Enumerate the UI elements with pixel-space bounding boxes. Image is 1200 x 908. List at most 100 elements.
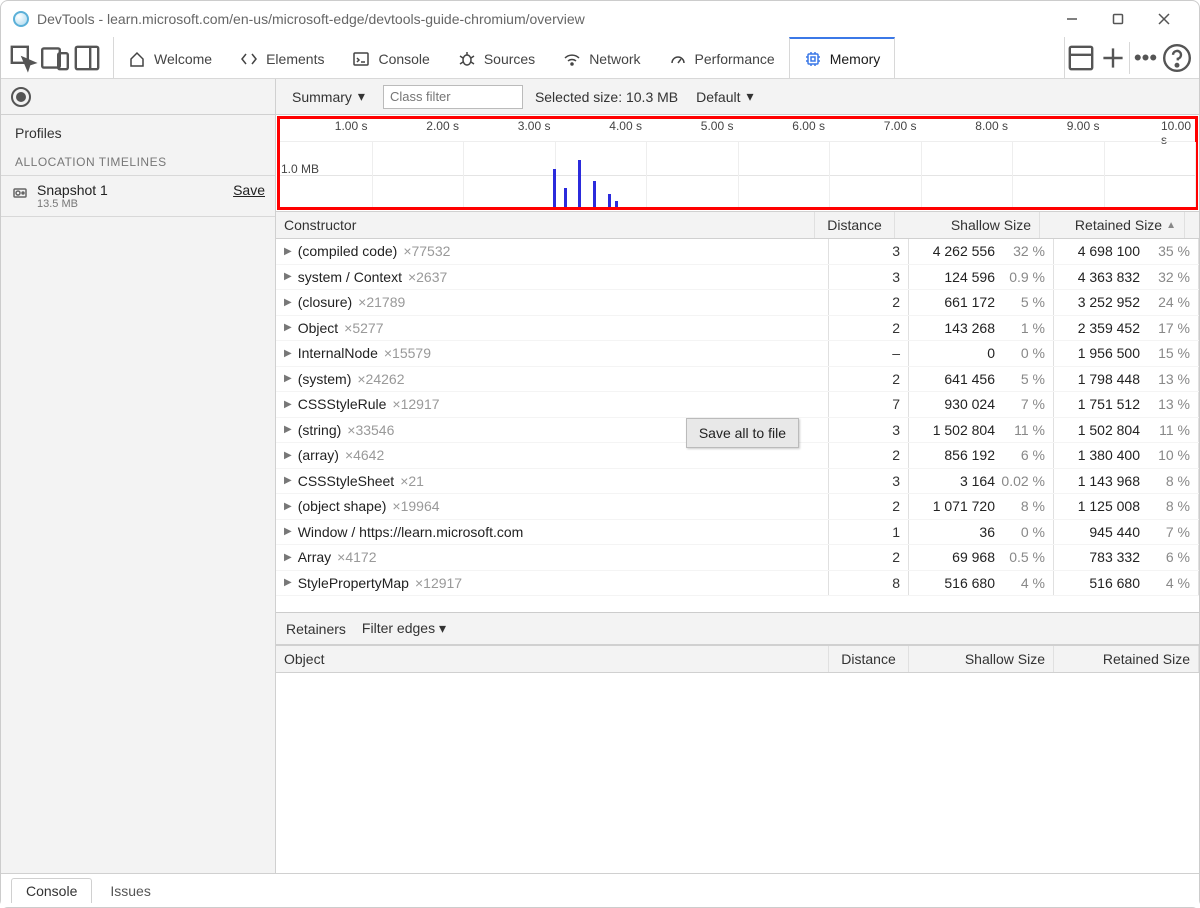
allocation-bar[interactable] [553,169,556,207]
timeline-tick: 3.00 s [518,119,555,133]
table-row[interactable]: ▶(compiled code) ×7753234 262 55632 %4 6… [276,239,1199,265]
class-filter-input[interactable] [383,85,523,109]
allocation-bar[interactable] [578,160,581,207]
shallow-pct: 32 % [999,243,1045,259]
tab-sources[interactable]: Sources [444,37,549,78]
expand-icon[interactable]: ▶ [284,450,292,461]
expand-icon[interactable]: ▶ [284,501,292,512]
table-row[interactable]: ▶CSSStyleSheet ×2133 1640.02 %1 143 9688… [276,469,1199,495]
table-row[interactable]: ▶(closure) ×217892661 1725 %3 252 95224 … [276,290,1199,316]
panel-layout-icon[interactable] [1065,42,1097,74]
distance-cell: 3 [829,469,909,494]
expand-icon[interactable]: ▶ [284,348,292,359]
expand-icon[interactable]: ▶ [284,373,292,384]
filter-edges-dropdown[interactable]: Filter edges ▾ [362,620,446,637]
r-header-retained[interactable]: Retained Size [1054,646,1199,672]
devtools-tabstrip: Welcome Elements Console Sources Network… [1,37,1199,79]
expand-icon[interactable]: ▶ [284,424,292,435]
table-row[interactable]: ▶Window / https://learn.microsoft.com 13… [276,520,1199,546]
drawer-tab-console[interactable]: Console [11,878,92,903]
allocation-bar[interactable] [593,181,596,207]
table-row[interactable]: ▶(object shape) ×1996421 071 7208 %1 125… [276,494,1199,520]
table-header-row: Constructor Distance Shallow Size Retain… [276,211,1199,239]
inspect-element-icon[interactable] [7,42,39,74]
retained-pct: 7 % [1144,524,1190,540]
retained-pct: 15 % [1144,345,1190,361]
distance-cell: 7 [829,392,909,417]
expand-icon[interactable]: ▶ [284,322,292,333]
retained-pct: 10 % [1144,447,1190,463]
default-label: Default [696,89,740,105]
expand-icon[interactable]: ▶ [284,475,292,486]
window-maximize-button[interactable] [1095,3,1141,35]
shallow-pct: 0.02 % [999,473,1045,489]
allocation-bar[interactable] [615,201,618,208]
more-icon[interactable] [1129,42,1161,74]
table-row[interactable]: ▶(system) ×242622641 4565 %1 798 44813 % [276,367,1199,393]
header-retained[interactable]: Retained Size▲ [1040,212,1185,238]
r-header-distance[interactable]: Distance [829,646,909,672]
expand-icon[interactable]: ▶ [284,526,292,537]
constructor-name: StylePropertyMap [298,575,409,591]
drawer-tab-issues[interactable]: Issues [96,879,164,903]
retained-size: 3 252 952 [1068,294,1140,310]
constructor-count: ×2637 [408,269,447,285]
allocation-bar[interactable] [608,194,611,207]
snapshot-item[interactable]: Snapshot 1 13.5 MB Save [1,176,275,217]
tab-elements[interactable]: Elements [226,37,338,78]
expand-icon[interactable]: ▶ [284,297,292,308]
timeline-tick: 1.00 s [335,119,372,133]
memory-toolbar: Summary ▾ Selected size: 10.3 MB Default… [1,79,1199,115]
distance-cell: 3 [829,418,909,443]
r-header-shallow[interactable]: Shallow Size [909,646,1054,672]
table-row[interactable]: ▶Object ×52772143 2681 %2 359 45217 % [276,316,1199,342]
table-row[interactable]: ▶Array ×4172269 9680.5 %783 3326 % [276,545,1199,571]
tab-console[interactable]: Console [338,37,443,78]
shallow-pct: 0 % [999,524,1045,540]
shallow-size: 143 268 [923,320,995,336]
header-distance[interactable]: Distance [815,212,895,238]
window-close-button[interactable] [1141,3,1187,35]
table-row[interactable]: ▶system / Context ×26373124 5960.9 %4 36… [276,265,1199,291]
header-constructor[interactable]: Constructor [276,212,815,238]
tab-performance[interactable]: Performance [655,37,789,78]
expand-icon[interactable]: ▶ [284,577,292,588]
r-header-object[interactable]: Object [276,646,829,672]
add-tab-icon[interactable] [1097,42,1129,74]
tab-network[interactable]: Network [549,37,654,78]
window-minimize-button[interactable] [1049,3,1095,35]
distance-cell: 2 [829,316,909,341]
expand-icon[interactable]: ▶ [284,271,292,282]
retained-pct: 8 % [1144,473,1190,489]
timeline-tick: 5.00 s [701,119,738,133]
table-row[interactable]: ▶(array) ×46422856 1926 %1 380 40010 % [276,443,1199,469]
help-icon[interactable] [1161,42,1193,74]
retained-pct: 24 % [1144,294,1190,310]
expand-icon[interactable]: ▶ [284,399,292,410]
table-row[interactable]: ▶StylePropertyMap ×129178516 6804 %516 6… [276,571,1199,597]
table-row[interactable]: ▶InternalNode ×15579–00 %1 956 50015 % [276,341,1199,367]
shallow-size: 641 456 [923,371,995,387]
retained-size: 1 798 448 [1068,371,1140,387]
sort-asc-icon: ▲ [1166,220,1176,231]
default-dropdown[interactable]: Default ▾ [690,86,759,107]
snapshot-save-link[interactable]: Save [233,182,265,198]
allocation-bar[interactable] [564,188,567,208]
table-row[interactable]: ▶CSSStyleRule ×129177930 0247 %1 751 512… [276,392,1199,418]
table-row[interactable]: ▶(string) ×3354631 502 80411 %1 502 8041… [276,418,1199,444]
snapshot-icon [11,182,29,202]
device-toggle-icon[interactable] [39,42,71,74]
dock-side-icon[interactable] [71,42,103,74]
tab-welcome[interactable]: Welcome [114,37,226,78]
header-shallow[interactable]: Shallow Size [895,212,1040,238]
tab-memory[interactable]: Memory [789,37,896,78]
shallow-size: 124 596 [923,269,995,285]
record-button[interactable] [11,87,31,107]
summary-dropdown[interactable]: Summary ▾ [286,86,371,107]
allocation-timeline[interactable]: 1.00 s2.00 s3.00 s4.00 s5.00 s6.00 s7.00… [277,116,1198,210]
retained-size: 4 363 832 [1068,269,1140,285]
constructor-count: ×4642 [345,447,384,463]
distance-cell: 2 [829,290,909,315]
expand-icon[interactable]: ▶ [284,246,292,257]
expand-icon[interactable]: ▶ [284,552,292,563]
